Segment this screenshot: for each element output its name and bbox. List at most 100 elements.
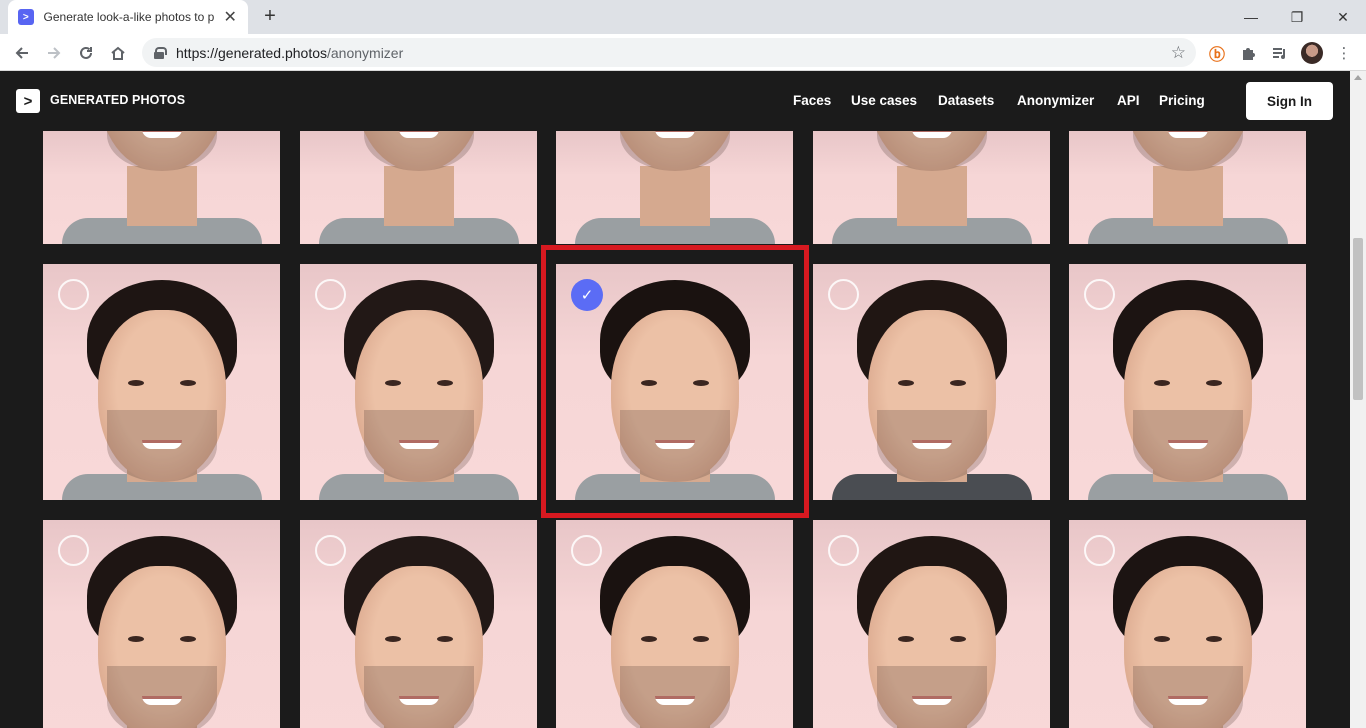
face-card[interactable] xyxy=(43,131,280,244)
face-mouth xyxy=(654,131,695,138)
face-mouth xyxy=(1167,440,1208,449)
face-eye xyxy=(436,380,453,386)
face-card[interactable] xyxy=(43,264,280,500)
browser-tab[interactable]: > Generate look-a-like photos to p ✕ xyxy=(8,0,248,34)
select-radio[interactable] xyxy=(1084,535,1115,566)
face-neck xyxy=(383,166,454,226)
face-neck xyxy=(1152,166,1223,226)
url-host: https://generated.photos xyxy=(176,44,327,61)
face-mouth xyxy=(141,131,182,138)
face-card[interactable] xyxy=(556,520,793,728)
face-eye xyxy=(127,380,144,386)
face-card[interactable] xyxy=(43,520,280,728)
url-text: https://generated.photos/anonymizer xyxy=(176,45,403,61)
selection-highlight-box xyxy=(541,245,809,518)
face-card[interactable] xyxy=(813,520,1050,728)
nav-use-cases[interactable]: Use cases xyxy=(851,93,917,108)
face-card[interactable] xyxy=(1069,264,1306,500)
face-eye xyxy=(179,380,196,386)
scroll-thumb[interactable] xyxy=(1353,238,1363,400)
face-card[interactable] xyxy=(813,131,1050,244)
tab-close-icon[interactable]: ✕ xyxy=(222,7,238,27)
select-radio[interactable] xyxy=(1084,279,1115,310)
scrollbar[interactable] xyxy=(1350,71,1366,728)
face-mouth xyxy=(911,696,952,705)
face-eye xyxy=(384,380,401,386)
face-eye xyxy=(949,636,966,642)
face-neck xyxy=(126,166,197,226)
nav-pricing[interactable]: Pricing xyxy=(1159,93,1205,108)
select-radio[interactable] xyxy=(315,279,346,310)
forward-icon[interactable] xyxy=(40,39,68,67)
face-card[interactable] xyxy=(300,131,537,244)
face-eye xyxy=(1153,636,1170,642)
select-radio[interactable] xyxy=(58,535,89,566)
browser-toolbar: https://generated.photos/anonymizer ☆ ⓑ … xyxy=(0,34,1366,71)
select-radio[interactable] xyxy=(571,535,602,566)
browser-tabstrip: > Generate look-a-like photos to p ✕ + —… xyxy=(0,0,1366,34)
reload-icon[interactable] xyxy=(72,39,100,67)
sign-in-button[interactable]: Sign In xyxy=(1246,82,1333,120)
site-header: > GENERATED PHOTOS Faces Use cases Datas… xyxy=(0,71,1350,131)
address-bar[interactable]: https://generated.photos/anonymizer ☆ xyxy=(142,38,1196,67)
extensions-puzzle-icon[interactable] xyxy=(1237,42,1259,64)
face-eye xyxy=(179,636,196,642)
face-eye xyxy=(897,380,914,386)
face-mouth xyxy=(1167,696,1208,705)
lock-icon xyxy=(154,46,167,59)
face-mouth xyxy=(911,131,952,138)
face-mouth xyxy=(1167,131,1208,138)
face-mouth xyxy=(141,440,182,449)
face-mouth xyxy=(398,696,439,705)
select-radio[interactable] xyxy=(58,279,89,310)
face-eye xyxy=(692,636,709,642)
face-eye xyxy=(897,636,914,642)
face-card[interactable] xyxy=(1069,131,1306,244)
face-card[interactable] xyxy=(300,264,537,500)
favicon-icon: > xyxy=(18,9,34,25)
face-mouth xyxy=(141,696,182,705)
nav-datasets[interactable]: Datasets xyxy=(938,93,994,108)
face-mouth xyxy=(398,440,439,449)
bookmark-star-icon[interactable]: ☆ xyxy=(1171,43,1186,63)
face-card[interactable] xyxy=(1069,520,1306,728)
select-radio[interactable] xyxy=(828,535,859,566)
window-close-button[interactable]: ✕ xyxy=(1320,0,1366,34)
scroll-up-arrow-icon[interactable] xyxy=(1354,75,1362,80)
select-radio[interactable] xyxy=(828,279,859,310)
back-icon[interactable] xyxy=(8,39,36,67)
face-mouth xyxy=(654,696,695,705)
face-neck xyxy=(639,166,710,226)
page-viewport: > GENERATED PHOTOS Faces Use cases Datas… xyxy=(0,71,1350,728)
media-control-icon[interactable] xyxy=(1268,42,1290,64)
extension-b-icon[interactable]: ⓑ xyxy=(1206,42,1228,64)
nav-faces[interactable]: Faces xyxy=(793,93,831,108)
face-eye xyxy=(1205,380,1222,386)
nav-api[interactable]: API xyxy=(1117,93,1140,108)
logo-text[interactable]: GENERATED PHOTOS xyxy=(50,93,185,107)
browser-menu-icon[interactable]: ⋮ xyxy=(1333,42,1355,64)
profile-avatar[interactable] xyxy=(1301,42,1323,64)
select-radio[interactable] xyxy=(315,535,346,566)
restore-button[interactable]: ❐ xyxy=(1274,0,1320,34)
face-mouth xyxy=(398,131,439,138)
minimize-button[interactable]: — xyxy=(1228,0,1274,34)
logo-icon[interactable]: > xyxy=(16,89,40,113)
tab-title: Generate look-a-like photos to p xyxy=(43,10,215,24)
nav-anonymizer[interactable]: Anonymizer xyxy=(1017,93,1094,108)
face-card[interactable] xyxy=(813,264,1050,500)
new-tab-button[interactable]: + xyxy=(258,5,282,29)
face-card[interactable] xyxy=(300,520,537,728)
home-icon[interactable] xyxy=(104,39,132,67)
face-eye xyxy=(1153,380,1170,386)
face-eye xyxy=(127,636,144,642)
url-path: /anonymizer xyxy=(327,44,404,61)
face-eye xyxy=(384,636,401,642)
face-eye xyxy=(1205,636,1222,642)
face-mouth xyxy=(911,440,952,449)
face-eye xyxy=(640,636,657,642)
face-neck xyxy=(896,166,967,226)
face-card[interactable] xyxy=(556,131,793,244)
face-eye xyxy=(436,636,453,642)
face-eye xyxy=(949,380,966,386)
